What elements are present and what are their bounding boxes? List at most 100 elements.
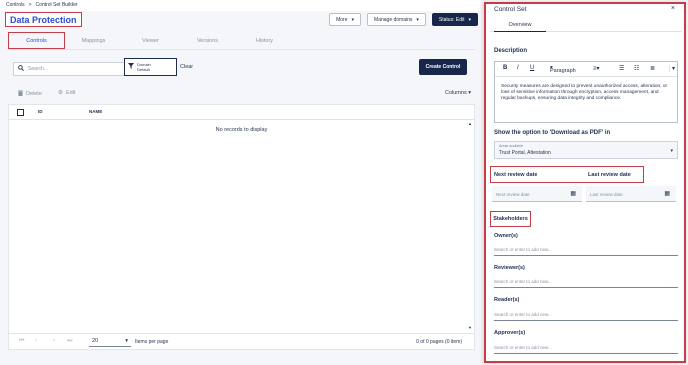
page-title: Data Protection xyxy=(10,14,77,25)
prev-page-icon[interactable]: ‹ xyxy=(35,338,37,344)
status-label: Status: Edit xyxy=(438,16,465,23)
controls-toolbar: Search... Domain Default Clear Create Co… xyxy=(8,57,475,79)
tab-overview[interactable]: Overview xyxy=(494,18,546,32)
empty-state-message: No records to display xyxy=(215,127,268,133)
chevron-down-icon: ▾ xyxy=(468,90,471,96)
delete-label: Delete xyxy=(26,91,42,97)
next-review-title: Next review date xyxy=(494,172,538,178)
readers-label: Reader(s) xyxy=(494,297,520,303)
numbered-list-icon[interactable]: ☰ xyxy=(619,65,624,72)
bullet-list-icon[interactable]: ☷ xyxy=(634,65,639,72)
more-label: More xyxy=(336,16,348,23)
owners-label: Owner(s) xyxy=(494,233,518,239)
review-dates-header: Next review date Last review date xyxy=(490,166,644,183)
domain-filter-chip[interactable]: Domain Default xyxy=(124,58,177,76)
pdf-areas-select[interactable]: Areas available Trust Portal, Attestatio… xyxy=(494,141,678,159)
pdf-select-label: Areas available xyxy=(499,144,523,148)
next-review-date-field[interactable]: Next review date ▦ xyxy=(492,186,582,202)
reviewers-input[interactable]: Search or enter to add new... xyxy=(494,279,678,288)
search-icon xyxy=(18,65,25,73)
edit-label: Edit xyxy=(65,90,76,96)
pdf-option-title: Show the option to 'Download as PDF' in xyxy=(494,130,611,136)
create-control-button[interactable]: Create Control xyxy=(419,59,467,75)
breadcrumb: Controls > Control Set Builder xyxy=(6,2,78,8)
breadcrumb-separator: > xyxy=(28,2,32,8)
filter-value: Default xyxy=(137,67,150,72)
search-placeholder: Search... xyxy=(28,66,49,72)
stakeholders-title: Stakeholders xyxy=(490,211,531,227)
chevron-down-icon: ▾ xyxy=(670,148,673,154)
first-page-icon[interactable]: ⏮ xyxy=(19,338,24,345)
more-button[interactable]: More ▾ xyxy=(329,13,362,26)
calendar-icon[interactable]: ▦ xyxy=(570,190,576,197)
last-review-title: Last review date xyxy=(588,172,631,178)
select-all-checkbox[interactable] xyxy=(17,109,24,116)
last-review-date-field[interactable]: Last review date ▦ xyxy=(586,186,676,202)
paragraph-label: Paragraph xyxy=(550,68,576,74)
breadcrumb-root[interactable]: Controls xyxy=(6,2,25,8)
tab-versions[interactable]: Versions xyxy=(179,32,236,49)
status-button[interactable]: Status: Edit ▾ xyxy=(431,13,478,26)
page-title-box: Data Protection xyxy=(5,12,82,27)
tab-history[interactable]: History xyxy=(236,32,293,49)
description-editor[interactable]: B I U Paragraph ▾ ≡▾ ☰ ☷ ≣ ▾ Security me… xyxy=(494,61,678,123)
bold-button[interactable]: B xyxy=(503,65,507,71)
filter-icon xyxy=(128,63,134,71)
controls-table: ID NAME No records to display ▲ ▼ xyxy=(8,104,475,334)
last-review-placeholder: Last review date xyxy=(590,192,623,197)
next-review-placeholder: Next review date xyxy=(496,192,530,197)
header-actions: More ▾ Manage domains ▾ Status: Edit ▾ xyxy=(329,13,478,26)
tab-viewer[interactable]: Viewer xyxy=(122,32,179,49)
chevron-down-icon: ▾ xyxy=(351,16,355,23)
italic-button[interactable]: I xyxy=(517,65,519,71)
manage-domains-button[interactable]: Manage domains ▾ xyxy=(367,13,426,26)
control-set-panel: Control Set × Overview Description B I U… xyxy=(484,2,686,363)
chevron-down-icon: ▾ xyxy=(416,16,419,23)
chevron-down-icon: ▾ xyxy=(125,338,128,344)
bulk-actions: Delete ⚙ Edit Columns ▾ xyxy=(8,88,475,100)
align-icon[interactable]: ≡▾ xyxy=(593,65,600,72)
description-title: Description xyxy=(494,48,528,54)
owners-input[interactable]: Search or enter to add new... xyxy=(494,247,678,256)
column-header-id[interactable]: ID xyxy=(38,109,43,114)
panel-tab-bar: Overview xyxy=(490,18,682,32)
last-page-icon[interactable]: ⏭ xyxy=(67,338,72,345)
panel-title: Control Set xyxy=(494,6,527,13)
columns-button[interactable]: Columns ▾ xyxy=(445,90,471,96)
tab-mappings[interactable]: Mappings xyxy=(65,32,122,49)
readers-input[interactable]: Search or enter to add new... xyxy=(494,312,678,321)
approvers-input[interactable]: Search or enter to add new... xyxy=(494,345,678,354)
tab-controls[interactable]: Controls xyxy=(8,32,65,49)
calendar-icon[interactable]: ▦ xyxy=(664,190,670,197)
clear-filters-link[interactable]: Clear xyxy=(180,64,193,70)
indent-icon[interactable]: ≣ xyxy=(650,65,655,72)
page-info: 0 of 0 pages (0 item) xyxy=(416,339,462,345)
approvers-label: Approver(s) xyxy=(494,330,526,336)
reviewers-label: Reviewer(s) xyxy=(494,265,525,271)
scroll-down-arrow[interactable]: ▼ xyxy=(468,325,472,330)
manage-domains-label: Manage domains xyxy=(374,16,413,23)
trash-icon xyxy=(18,90,23,98)
tab-bar: Controls Mappings Viewer Versions Histor… xyxy=(8,32,475,50)
search-input[interactable]: Search... xyxy=(13,62,125,76)
description-text: Security measures are designed to preven… xyxy=(501,84,668,101)
editor-toolbar: B I U Paragraph ▾ ≡▾ ☰ ☷ ≣ ▾ xyxy=(495,62,677,77)
gear-icon: ⚙ xyxy=(58,90,63,96)
close-icon[interactable]: × xyxy=(671,5,675,12)
column-header-name[interactable]: NAME xyxy=(89,109,102,114)
delete-button[interactable]: Delete xyxy=(18,90,42,98)
pdf-select-value: Trust Portal, Attestation xyxy=(499,150,551,156)
underline-button[interactable]: U xyxy=(530,65,534,71)
columns-label: Columns xyxy=(445,90,467,96)
scroll-up-arrow[interactable]: ▲ xyxy=(468,121,472,126)
page-size-value: 20 xyxy=(92,338,99,344)
table-header: ID NAME xyxy=(9,105,474,120)
page-size-select[interactable]: 20 ▾ xyxy=(89,336,131,347)
paragraph-select[interactable]: Paragraph ▾ xyxy=(550,65,576,74)
pagination-bar: ⏮ ‹ › ⏭ 20 ▾ Items per page 0 of 0 pages… xyxy=(8,334,475,350)
next-page-icon[interactable]: › xyxy=(53,338,55,344)
chevron-down-icon: ▾ xyxy=(468,16,471,23)
edit-button[interactable]: ⚙ Edit xyxy=(58,90,75,96)
more-tools-chevron-icon[interactable]: ▾ xyxy=(669,65,675,72)
items-per-page-label: Items per page xyxy=(135,339,169,345)
